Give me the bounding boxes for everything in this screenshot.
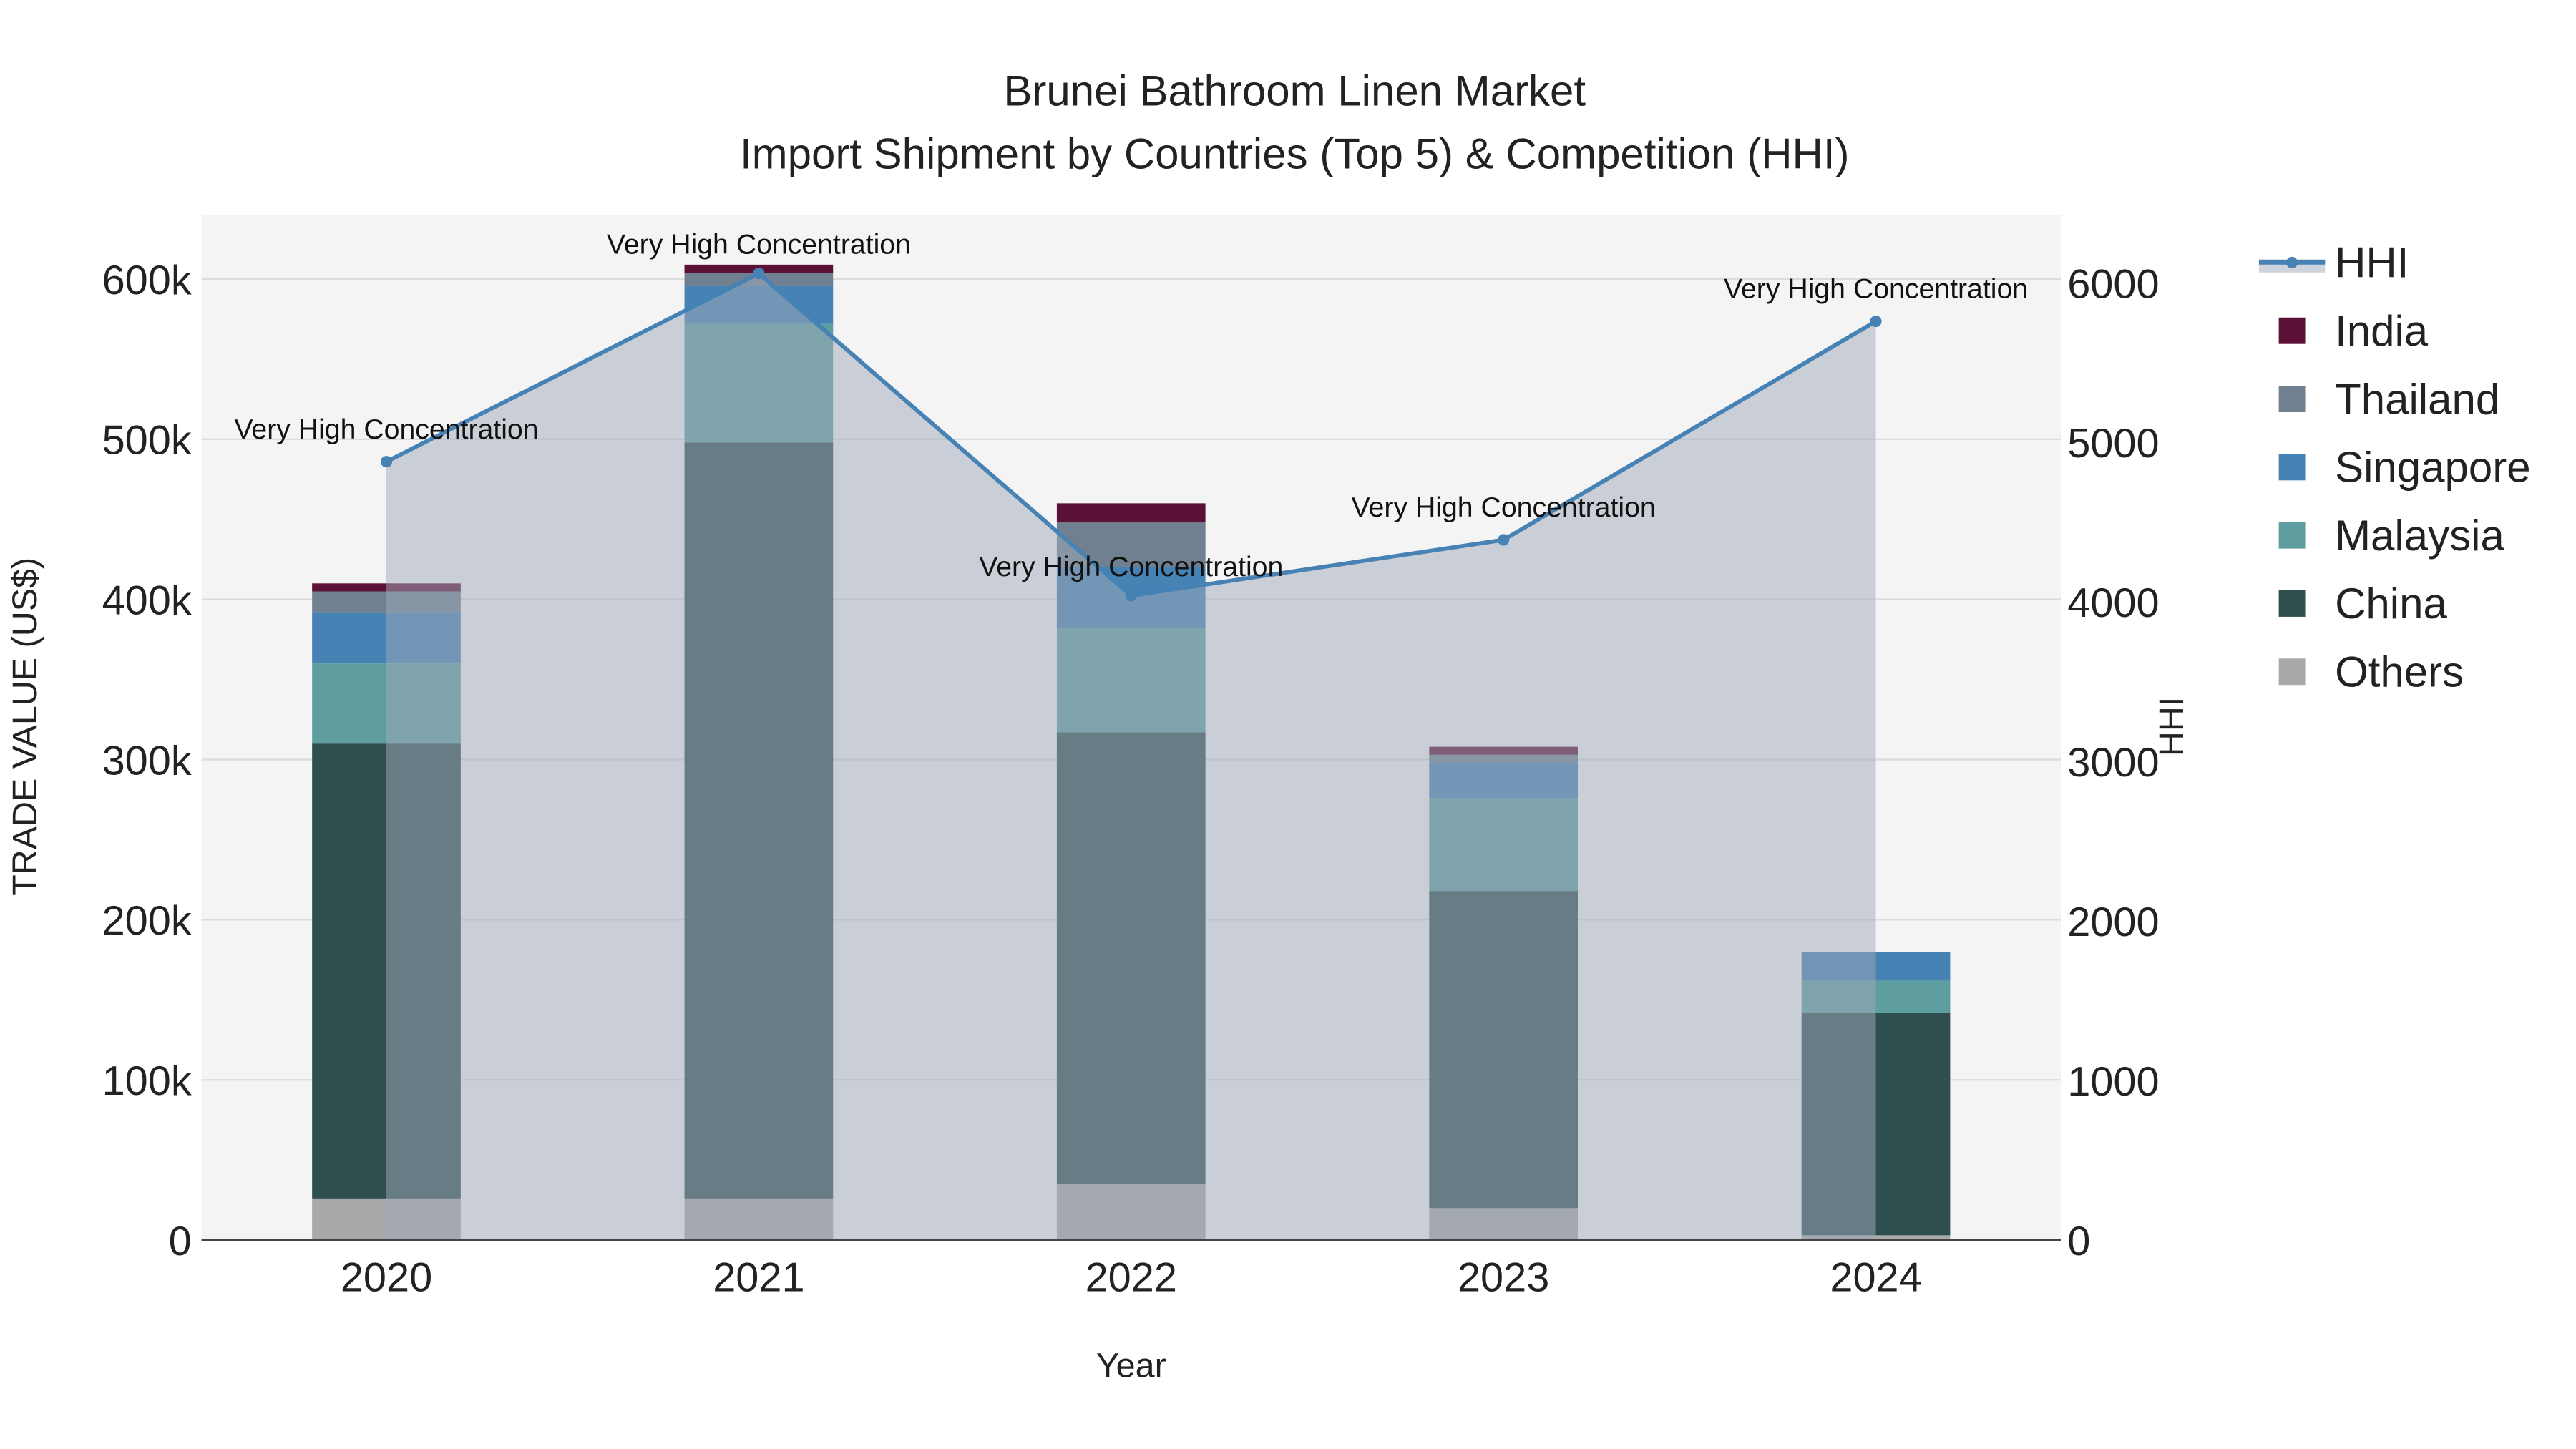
y2-tick-label: 3000 (2067, 740, 2159, 786)
hhi-point (753, 268, 765, 280)
y-tick-label: 500k (102, 418, 192, 464)
hhi-annotation: Very High Concentration (234, 414, 538, 445)
hhi-annotation: Very High Concentration (1352, 492, 1656, 523)
legend-label: Thailand (2335, 375, 2499, 423)
y-axis-ticks: 0 100k 200k 300k 400k 500k 600k (102, 258, 192, 1264)
legend-hhi-marker (2286, 256, 2298, 268)
legend-swatch-india (2278, 317, 2306, 344)
chart-subtitle: Import Shipment by Countries (Top 5) & C… (740, 130, 1850, 177)
y-tick-label: 600k (102, 258, 192, 303)
y2-tick-label: 5000 (2067, 421, 2159, 467)
hhi-point (1498, 534, 1510, 546)
bar-india (1056, 503, 1206, 523)
y2-axis-ticks: 0 1000 2000 3000 4000 5000 6000 (2067, 261, 2159, 1264)
y2-tick-label: 1000 (2067, 1059, 2159, 1105)
hhi-point (1870, 315, 1882, 328)
x-tick-label: 2023 (1458, 1255, 1549, 1301)
y-tick-label: 100k (102, 1058, 192, 1104)
legend-swatch-malaysia (2278, 522, 2306, 549)
y2-tick-label: 0 (2067, 1219, 2090, 1264)
y2-tick-label: 2000 (2067, 899, 2159, 945)
hhi-annotation: Very High Concentration (1724, 273, 2028, 305)
chart: Very High Concentration Very High Concent… (6, 67, 2531, 1385)
y2-tick-label: 6000 (2067, 261, 2159, 307)
y2-tick-label: 4000 (2067, 580, 2159, 626)
x-tick-label: 2022 (1085, 1255, 1177, 1301)
y-tick-label: 0 (169, 1219, 192, 1264)
y2-axis-label: HHI (2152, 697, 2191, 756)
legend-label: HHI (2335, 239, 2409, 287)
y-tick-label: 300k (102, 738, 192, 784)
legend-swatch-thailand (2278, 386, 2306, 412)
y-tick-label: 200k (102, 898, 192, 944)
legend-label: Others (2335, 648, 2464, 696)
legend-label: Singapore (2335, 444, 2531, 492)
x-axis-ticks: 2020 2021 2022 2023 2024 (341, 1255, 1922, 1301)
x-tick-label: 2020 (341, 1255, 432, 1301)
legend: HHI India Thailand Singapore Malaysia China Ot… (2258, 239, 2531, 696)
legend-swatch-singapore (2278, 454, 2306, 481)
legend-label: Malaysia (2335, 512, 2504, 560)
x-axis-label: Year (1096, 1347, 1166, 1385)
hhi-annotation: Very High Concentration (979, 551, 1283, 582)
x-tick-label: 2021 (713, 1255, 804, 1301)
x-tick-label: 2024 (1830, 1255, 1921, 1301)
y-tick-label: 400k (102, 577, 192, 623)
y-axis-label: TRADE VALUE (US$) (6, 557, 44, 896)
legend-swatch-others (2278, 658, 2306, 686)
legend-label: China (2335, 580, 2447, 628)
chart-title: Brunei Bathroom Linen Market (1003, 67, 1586, 115)
legend-label: India (2335, 307, 2429, 355)
hhi-point (1125, 590, 1137, 602)
hhi-point (380, 456, 393, 468)
hhi-annotation: Very High Concentration (607, 228, 911, 260)
legend-swatch-china (2278, 590, 2306, 617)
